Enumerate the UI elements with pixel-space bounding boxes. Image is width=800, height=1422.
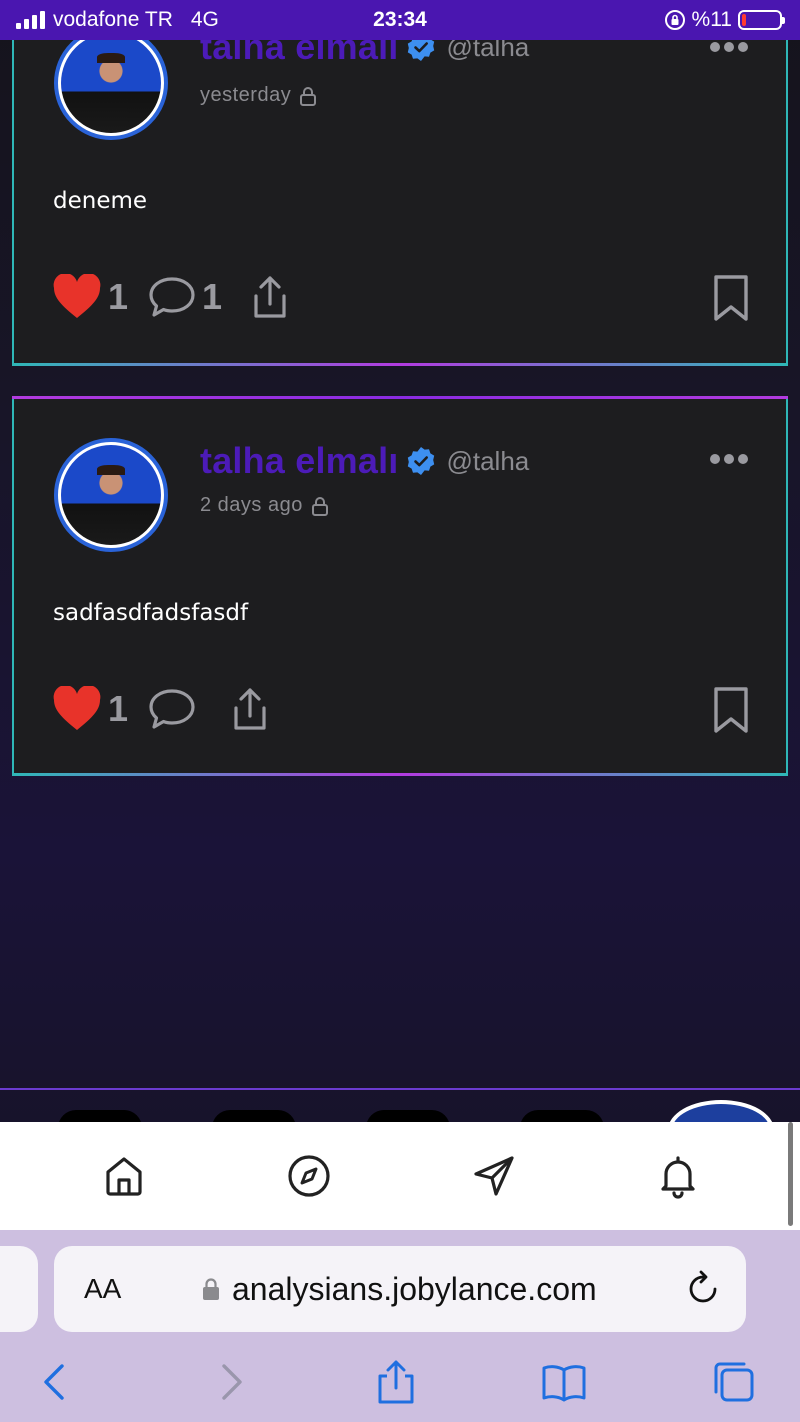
bookmark-icon[interactable] <box>712 686 750 734</box>
share-icon[interactable] <box>230 686 270 732</box>
bell-icon[interactable] <box>654 1152 702 1200</box>
battery-fill <box>742 14 746 26</box>
avatar[interactable] <box>54 438 168 552</box>
lock-icon <box>203 1278 219 1300</box>
stories-strip <box>0 1088 800 1160</box>
post-time-row: yesterday <box>200 84 317 107</box>
comment-count: 1 <box>202 276 223 317</box>
post-time: 2 days ago <box>200 494 303 516</box>
forward-icon[interactable] <box>206 1358 254 1406</box>
more-options-icon[interactable] <box>710 454 748 464</box>
status-bar: vodafone TR 4G 23:34 %11 <box>0 0 800 40</box>
post-card: talha elmalı @talha yesterday deneme 1 1 <box>12 0 788 366</box>
send-icon[interactable] <box>470 1152 518 1200</box>
scrollbar[interactable] <box>788 1122 793 1226</box>
heart-icon[interactable] <box>52 274 102 320</box>
network-label: 4G <box>190 8 219 31</box>
share-icon[interactable] <box>372 1358 420 1406</box>
battery-percent: %11 <box>691 8 732 31</box>
post-actions: 1 1 <box>52 274 290 320</box>
post-text: sadfasdfadsfasdf <box>53 600 249 626</box>
bookmark-icon[interactable] <box>712 274 750 322</box>
author-row: talha elmalı @talha <box>200 440 529 482</box>
bottom-nav <box>0 1122 800 1230</box>
share-icon[interactable] <box>250 274 290 320</box>
carrier-label: vodafone TR <box>53 8 173 31</box>
reload-icon[interactable] <box>684 1270 722 1308</box>
bookmarks-icon[interactable] <box>540 1358 588 1406</box>
comment-icon[interactable] <box>148 275 196 319</box>
author-name[interactable]: talha elmalı <box>200 440 398 482</box>
browser-toolbar: AA analysians.jobylance.com <box>0 1230 800 1422</box>
signal-icon <box>16 11 45 29</box>
verified-badge-icon <box>408 447 435 475</box>
avatar[interactable] <box>54 26 168 140</box>
home-icon[interactable] <box>100 1152 148 1200</box>
more-options-icon[interactable] <box>710 42 748 52</box>
like-count: 1 <box>108 276 129 317</box>
post-actions: 1 <box>52 686 270 732</box>
orientation-lock-icon <box>664 10 685 30</box>
lock-icon <box>300 86 317 106</box>
battery-icon <box>738 10 785 30</box>
post-time: yesterday <box>200 84 292 106</box>
status-left: vodafone TR 4G <box>16 8 219 32</box>
post-text: deneme <box>53 188 148 214</box>
tabs-icon[interactable] <box>710 1358 758 1406</box>
back-icon[interactable] <box>32 1358 80 1406</box>
url-text: analysians.jobylance.com <box>232 1270 597 1307</box>
address-bar[interactable]: AA analysians.jobylance.com <box>54 1246 746 1332</box>
post-time-row: 2 days ago <box>200 494 329 517</box>
url-display[interactable]: analysians.jobylance.com <box>202 1271 597 1308</box>
author-handle[interactable]: @talha <box>446 446 529 477</box>
compass-icon[interactable] <box>285 1152 333 1200</box>
status-right: %11 <box>664 8 785 32</box>
comment-icon[interactable] <box>148 687 196 731</box>
text-size-button[interactable]: AA <box>84 1273 121 1305</box>
post-card: talha elmalı @talha 2 days ago sadfasdfa… <box>12 396 788 776</box>
previous-tab-preview[interactable] <box>0 1246 38 1332</box>
lock-icon <box>311 496 328 516</box>
heart-icon[interactable] <box>52 686 102 732</box>
like-count: 1 <box>108 688 129 729</box>
